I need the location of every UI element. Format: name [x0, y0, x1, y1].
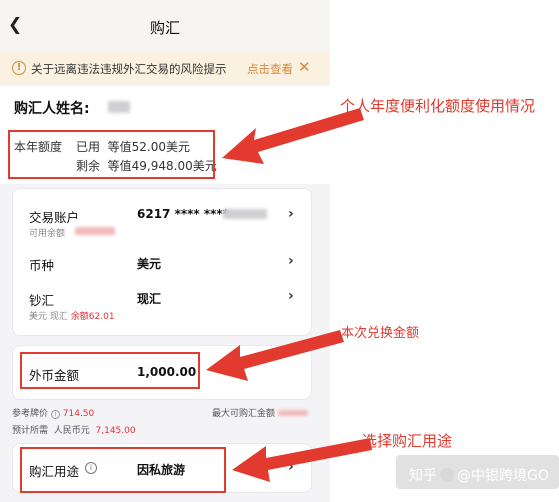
purpose-annotation: 选择购汇用途 — [362, 432, 453, 450]
annotation-arrows — [206, 108, 372, 482]
watermark-text-a: 知乎 — [409, 468, 437, 484]
watermark-text-b: @中银跨境GO — [457, 468, 549, 484]
stage: ❮ 购汇 ! 关于远离违法违规外汇交易的风险提示 点击查看 ✕ 购汇人姓名: 本… — [0, 0, 559, 502]
watermark: 知乎 @中银跨境GO — [409, 465, 549, 485]
quota-annotation: 个人年度便利化额度使用情况 — [340, 97, 536, 115]
arrow-quota — [222, 108, 364, 164]
amount-annotation: 本次兑换金额 — [341, 326, 420, 341]
arrow-purpose — [232, 438, 372, 482]
avatar-icon — [440, 468, 454, 482]
arrow-amount — [206, 330, 344, 381]
